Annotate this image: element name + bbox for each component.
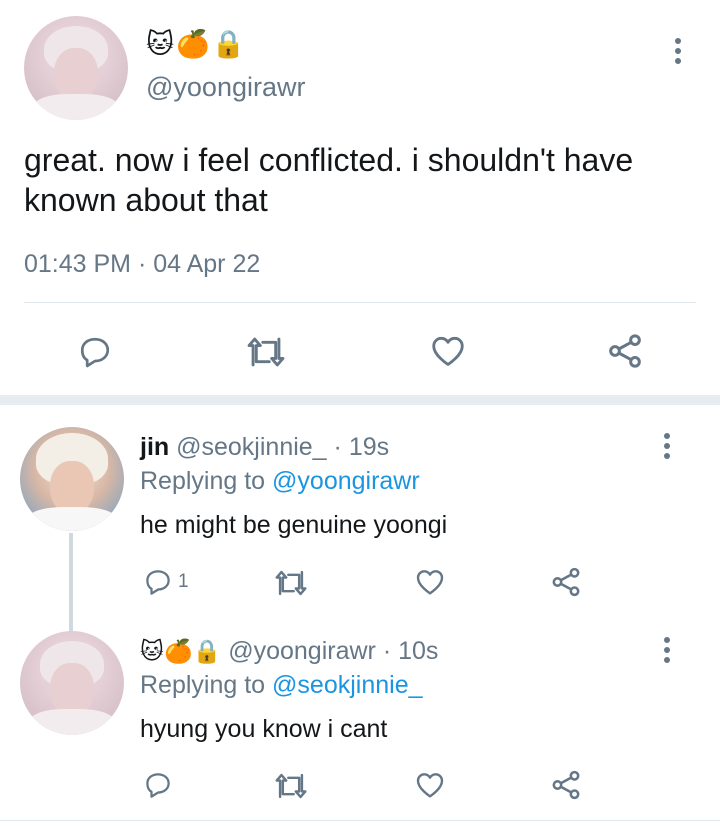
reply-tweet: jin @seokjinnie_ · 19s Replying to @yoon… [0,405,720,633]
user-handle[interactable]: @seokjinnie_ [176,433,326,461]
user-handle[interactable]: @yoongirawr [228,637,376,665]
like-icon[interactable] [413,566,447,598]
more-options-icon[interactable] [656,635,680,665]
share-icon[interactable] [549,565,583,599]
more-options-icon[interactable] [667,36,691,66]
share-icon[interactable] [605,331,645,371]
reply-text: hyung you know i cant [140,715,388,743]
tweet-timestamp: 01:43 PM · 04 Apr 22 [24,250,261,278]
retweet-icon[interactable] [273,771,309,801]
reply-icon[interactable] [76,334,114,370]
avatar[interactable] [20,631,124,735]
more-options-icon[interactable] [656,431,680,461]
main-tweet: 🐱🍊🔒 @yoongirawr great. now i feel confli… [0,0,720,395]
section-divider [0,395,720,405]
replying-to-link[interactable]: @seokjinnie_ [272,671,422,699]
display-name[interactable]: jin [140,433,169,461]
reply-count: 1 [178,571,189,592]
reply-text: he might be genuine yoongi [140,511,448,539]
reply-header: 🐱🍊🔒 @yoongirawr · 10s [140,637,438,666]
user-handle[interactable]: @yoongirawr [146,72,305,103]
bottom-divider [0,820,720,821]
reply-time: · 19s [333,433,390,461]
replying-to: Replying to @yoongirawr [140,467,420,495]
name-emojis: 🐱🍊🔒 [140,639,222,665]
retweet-icon[interactable] [273,568,309,598]
avatar[interactable] [20,427,124,531]
reply-icon[interactable] [142,770,174,800]
like-icon[interactable] [428,332,468,370]
tweet-text: great. now i feel conflicted. i shouldn'… [24,142,634,218]
reply-header: jin @seokjinnie_ · 19s [140,433,389,462]
reply-tweet: 🐱🍊🔒 @yoongirawr · 10s Replying to @seokj… [0,615,720,827]
like-icon[interactable] [413,769,447,801]
name-emojis: 🐱🍊🔒 [146,29,248,60]
divider [24,302,696,303]
reply-icon[interactable] [142,567,174,597]
replying-to-link[interactable]: @yoongirawr [272,467,420,495]
avatar[interactable] [24,16,128,120]
share-icon[interactable] [549,768,583,802]
retweet-icon[interactable] [245,334,287,370]
reply-time: · 10s [382,637,439,665]
replying-to: Replying to @seokjinnie_ [140,671,423,699]
